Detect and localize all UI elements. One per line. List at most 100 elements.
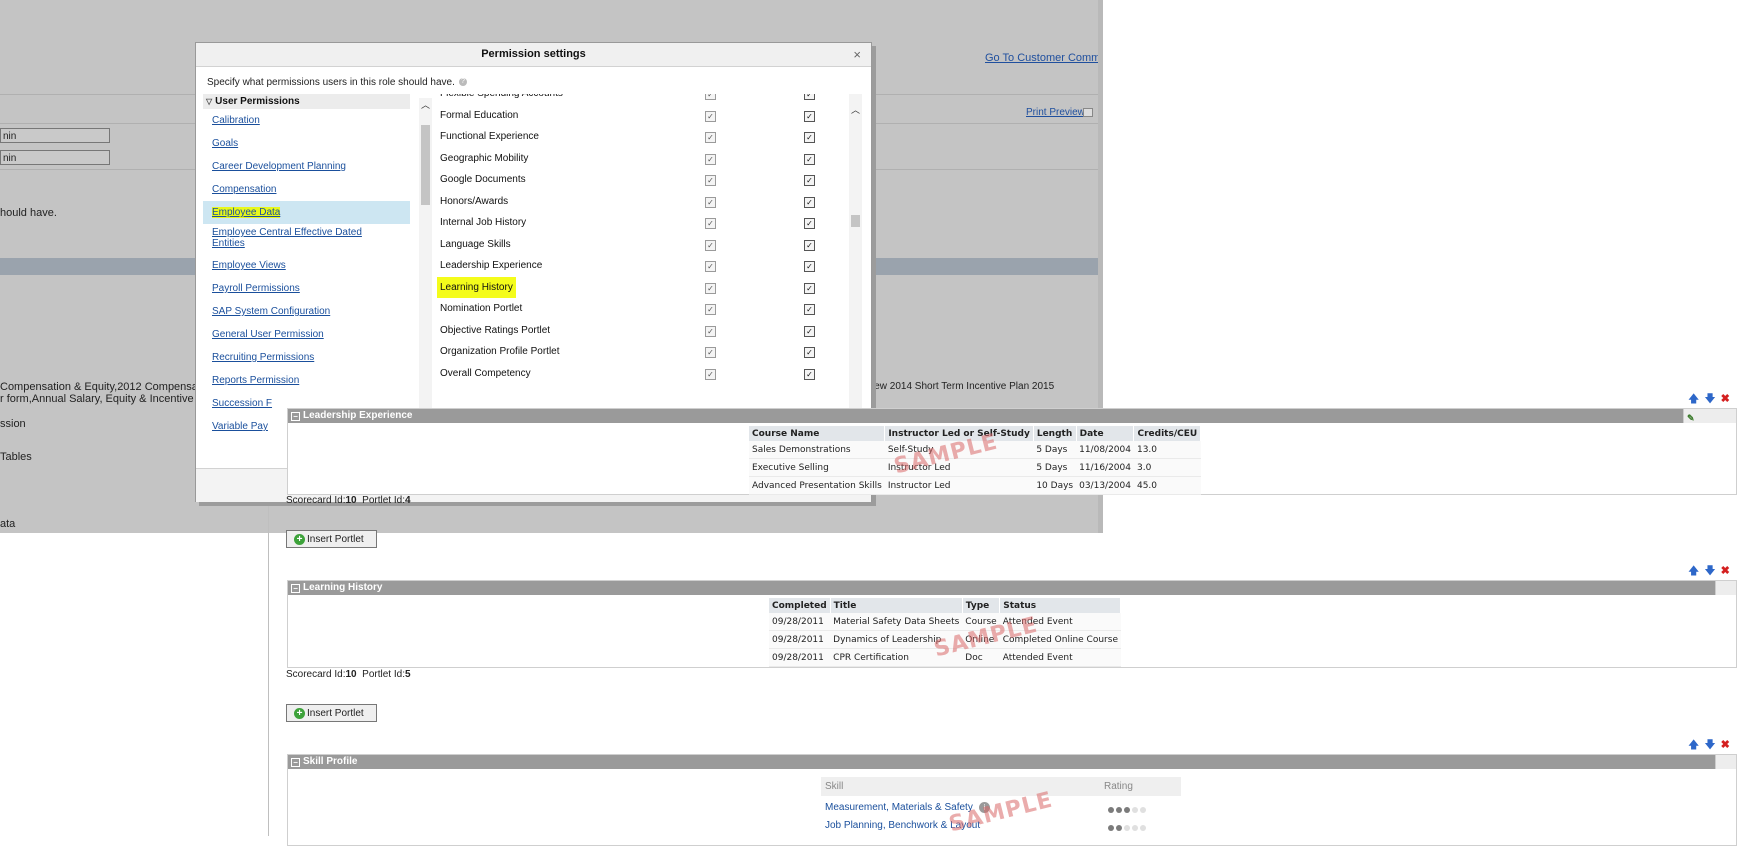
portlet-title-bar: − Skill Profile [288,755,1736,769]
insert-portlet-button[interactable]: + Insert Portlet [286,704,377,722]
category-employee-central-effective-dated-entities[interactable]: Employee Central Effective Dated Entitie… [203,224,382,254]
permission-row: Organization Profile Portlet ✓ ✓ [433,341,843,363]
right-scrollbar[interactable]: ︿ [849,94,862,431]
scroll-thumb[interactable] [421,125,430,205]
edit-checkbox[interactable]: ✓ [804,218,815,229]
view-checkbox[interactable]: ✓ [705,347,716,358]
leadership-experience-portlet: − Leadership Experience ✎ Course Name Ins… [287,408,1737,495]
table-cell: 11/16/2004 [1076,458,1134,477]
table-cell: 09/28/2011 [769,648,831,667]
close-icon[interactable]: × [853,43,861,66]
collapse-icon[interactable]: − [291,412,300,421]
arrow-up-icon[interactable]: 🡅 [1688,565,1699,577]
help-icon[interactable]: ? [458,78,467,87]
edit-checkbox[interactable]: ✓ [804,110,815,122]
portlet-label: Portlet Id: [362,495,405,506]
collapse-icon[interactable]: − [291,758,300,767]
chevron-down-icon[interactable]: ▽ [206,97,212,106]
edit-checkbox[interactable]: ✓ [804,325,815,337]
edit-checkbox[interactable]: ✓ [804,239,815,251]
rating-col-header: Rating [1104,781,1133,792]
permission-name: Objective Ratings Portlet [440,324,551,336]
view-checkbox[interactable]: ✓ [705,153,716,165]
edit-checkbox[interactable]: ✓ [804,347,815,358]
edit-checkbox[interactable]: ✓ [804,94,815,100]
tables-text: Tables [0,451,32,463]
edit-icon[interactable]: ✎ [1687,411,1695,425]
edit-checkbox[interactable]: ✓ [804,196,815,208]
scroll-thumb[interactable] [851,215,860,227]
arrow-up-icon[interactable]: 🡅 [1688,739,1699,751]
dialog-intro: Specify what permissions users in this r… [207,77,467,88]
table-cell: 09/28/2011 [769,630,831,649]
permission-row: Functional Experience ✓ ✓ [433,126,843,148]
portlet-title: Leadership Experience [303,410,413,421]
view-checkbox[interactable]: ✓ [705,175,716,186]
category-career-development-planning[interactable]: Career Development Planning [203,155,410,178]
chevron-up-icon[interactable]: ︿ [421,98,430,111]
edit-checkbox[interactable]: ✓ [804,132,815,143]
category-goals[interactable]: Goals [203,132,410,155]
category-payroll-permissions[interactable]: Payroll Permissions [203,277,410,300]
group-header[interactable]: ▽ User Permissions [203,94,410,109]
category-reports-permission[interactable]: Reports Permission [203,369,410,392]
edit-checkbox[interactable]: ✓ [804,368,815,380]
view-checkbox[interactable]: ✓ [705,304,716,315]
insert-portlet-button[interactable]: + Insert Portlet [286,530,377,548]
portlet-id: 4 [404,495,411,506]
chevron-up-icon[interactable]: ︿ [851,103,860,116]
arrow-down-icon[interactable]: 🡇 [1704,393,1715,405]
view-checkbox[interactable]: ✓ [705,110,716,122]
permission-row: Honors/Awards ✓ ✓ [433,191,843,213]
print-icon[interactable] [1083,108,1093,117]
edit-checkbox[interactable]: ✓ [804,282,815,294]
view-checkbox[interactable]: ✓ [705,261,716,272]
permission-name: Nomination Portlet [440,303,523,314]
category-calibration[interactable]: Calibration [203,109,410,132]
close-icon[interactable]: ✖ [1721,565,1730,577]
edit-checkbox[interactable]: ✓ [804,261,815,272]
admin-field[interactable]: nin [0,128,110,143]
permission-name: Leadership Experience [440,260,543,271]
edit-checkbox[interactable]: ✓ [804,153,815,165]
category-general-user-permission[interactable]: General User Permission [203,323,410,346]
category-employee-views[interactable]: Employee Views [203,254,410,277]
admin-field[interactable]: nin [0,150,110,165]
portlet-controls: 🡅 🡇 ✖ [1688,390,1730,409]
category-compensation[interactable]: Compensation [203,178,410,201]
category-recruiting-permissions[interactable]: Recruiting Permissions [203,346,410,369]
rating-dot [1132,825,1138,831]
arrow-down-icon[interactable]: 🡇 [1704,739,1715,751]
view-checkbox[interactable]: ✓ [705,94,716,100]
arrow-up-icon[interactable]: 🡅 [1688,393,1699,405]
view-checkbox[interactable]: ✓ [705,282,716,294]
table-header-row: Completed Title Type Status [769,598,1122,613]
edit-checkbox[interactable]: ✓ [804,175,815,186]
edit-checkbox[interactable]: ✓ [804,304,815,315]
permission-list: Flexible Spending Accounts✓✓Formal Educa… [433,94,843,431]
view-checkbox[interactable]: ✓ [705,132,716,143]
view-checkbox[interactable]: ✓ [705,325,716,337]
arrow-down-icon[interactable]: 🡇 [1704,565,1715,577]
view-checkbox[interactable]: ✓ [705,218,716,229]
category-employee-data[interactable]: Employee Data [203,201,410,224]
view-checkbox[interactable]: ✓ [705,368,716,380]
plus-icon: + [294,708,305,719]
close-icon[interactable]: ✖ [1721,393,1730,405]
view-checkbox[interactable]: ✓ [705,239,716,251]
view-checkbox[interactable]: ✓ [705,196,716,208]
table-cell: Attended Event [999,648,1121,667]
scorecard-info: Scorecard Id:10 Portlet Id:4 [286,495,411,506]
comp-text: r form,Annual Salary, Equity & Incentive… [0,393,213,405]
category-sap-system-configuration[interactable]: SAP System Configuration [203,300,410,323]
left-scrollbar[interactable]: ︿ [419,98,432,431]
collapse-icon[interactable]: − [291,584,300,593]
table-row: Advanced Presentation Skills Instructor L… [749,476,1201,495]
permission-row: Language Skills ✓ ✓ [433,234,843,256]
plus-icon: + [294,534,305,545]
close-icon[interactable]: ✖ [1721,739,1730,751]
print-preview-link[interactable]: Print Preview [1026,107,1085,118]
portlet-id: 5 [404,669,411,680]
customer-community-link[interactable]: Go To Customer Commun [985,52,1103,64]
portlet-title: Learning History [303,582,383,593]
